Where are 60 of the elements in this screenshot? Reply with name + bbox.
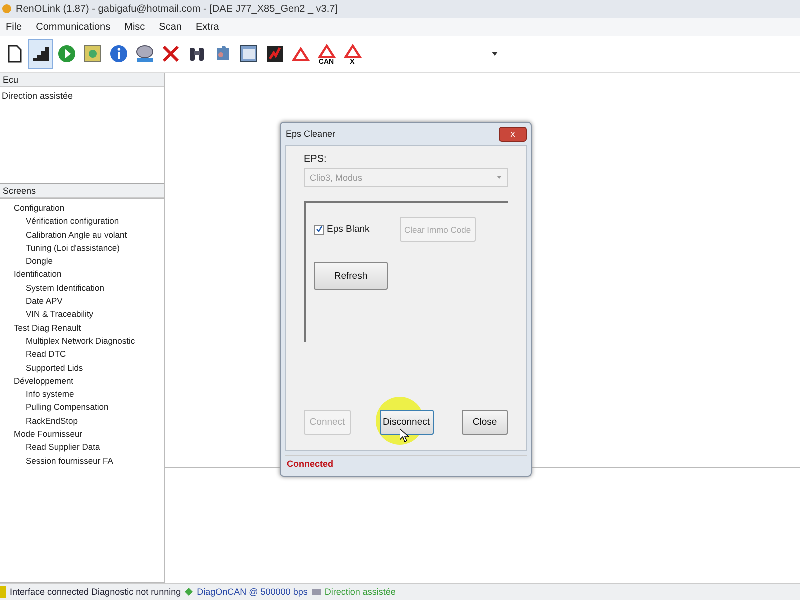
tree-item[interactable]: Mode Fournisseur [14, 429, 83, 440]
tree-item[interactable]: RackEndStop [26, 416, 78, 426]
refresh-button[interactable]: Refresh [314, 262, 388, 290]
status-text: DiagOnCAN @ 500000 bps [197, 587, 308, 597]
dialog-title: Eps Cleaner [286, 129, 336, 139]
device-icon [134, 44, 154, 64]
eps-blank-checkbox[interactable]: Eps Blank [314, 224, 370, 235]
dropdown-caret-icon [497, 176, 502, 179]
tree-item[interactable]: Supported Lids [26, 362, 84, 373]
pointer-icon [400, 429, 409, 442]
tree-item[interactable]: Identification [14, 269, 62, 280]
panel-icon [238, 44, 258, 64]
status-text: Interface connected Diagnostic not running [10, 587, 182, 597]
status-icon [0, 586, 6, 598]
warning-icon [342, 42, 362, 58]
list-item[interactable]: Direction assistée [2, 91, 162, 101]
column-header: Ecu [0, 73, 164, 87]
diamond-icon [185, 588, 194, 596]
tree-item[interactable]: Vérification configuration [26, 216, 120, 226]
dialog-button[interactable]: Close [462, 410, 508, 435]
window-title: RenOLink (1.87) - gabigafu@hotmail.com - [DAE J77_X85_Gen2 _ v3.7] [16, 4, 338, 14]
menu-item[interactable]: Scan [159, 22, 182, 32]
dialog-button[interactable]: Disconnect [380, 410, 434, 435]
tree-item[interactable]: Read Supplier Data [26, 442, 100, 452]
status-text: Direction assistée [324, 587, 396, 597]
window-close-button[interactable]: x [499, 126, 527, 142]
menu-item[interactable]: Communications [36, 22, 111, 32]
tree-item[interactable]: Tuning (Loi d'assistance) [26, 242, 120, 253]
chart-icon [264, 44, 284, 64]
menu-item[interactable]: Misc [124, 22, 146, 32]
tree-item[interactable]: Développement [14, 376, 74, 386]
field-label: EPS: [304, 154, 328, 165]
close-icon [160, 44, 180, 64]
play-icon [56, 44, 76, 64]
tree-item[interactable]: Multiplex Network Diagnostic [26, 336, 136, 346]
menu-item[interactable]: Extra [196, 22, 220, 32]
tree-item[interactable]: System Identification [26, 282, 104, 293]
stairs-icon [30, 44, 50, 64]
toolbar-button[interactable] [28, 39, 53, 69]
check-icon [316, 226, 322, 233]
tree-item[interactable]: Configuration [14, 203, 65, 213]
menu-item[interactable]: File [6, 22, 22, 32]
chip-icon [82, 44, 102, 64]
caret-icon[interactable] [492, 52, 498, 56]
tree-item[interactable]: VIN & Traceability [26, 309, 94, 320]
chip-icon [312, 589, 321, 595]
tree-item[interactable]: Pulling Compensation [26, 402, 109, 412]
info-icon [108, 44, 128, 64]
warning-icon [316, 42, 336, 58]
tree-item[interactable]: Session fournisseur FA [26, 456, 114, 466]
warning-icon [290, 46, 310, 62]
tree-item[interactable]: Calibration Angle au volant [26, 230, 128, 240]
tree-item[interactable]: Read DTC [26, 349, 66, 360]
tree-item[interactable]: Date APV [26, 296, 63, 306]
app-icon [2, 4, 12, 14]
tree-item[interactable]: Info systeme [26, 389, 74, 400]
connection-status: Connected [287, 459, 334, 469]
tree-item[interactable]: Dongle [26, 256, 53, 266]
panel-header: Screens [0, 184, 164, 198]
tree-item[interactable]: Test Diag Renault [14, 322, 82, 333]
